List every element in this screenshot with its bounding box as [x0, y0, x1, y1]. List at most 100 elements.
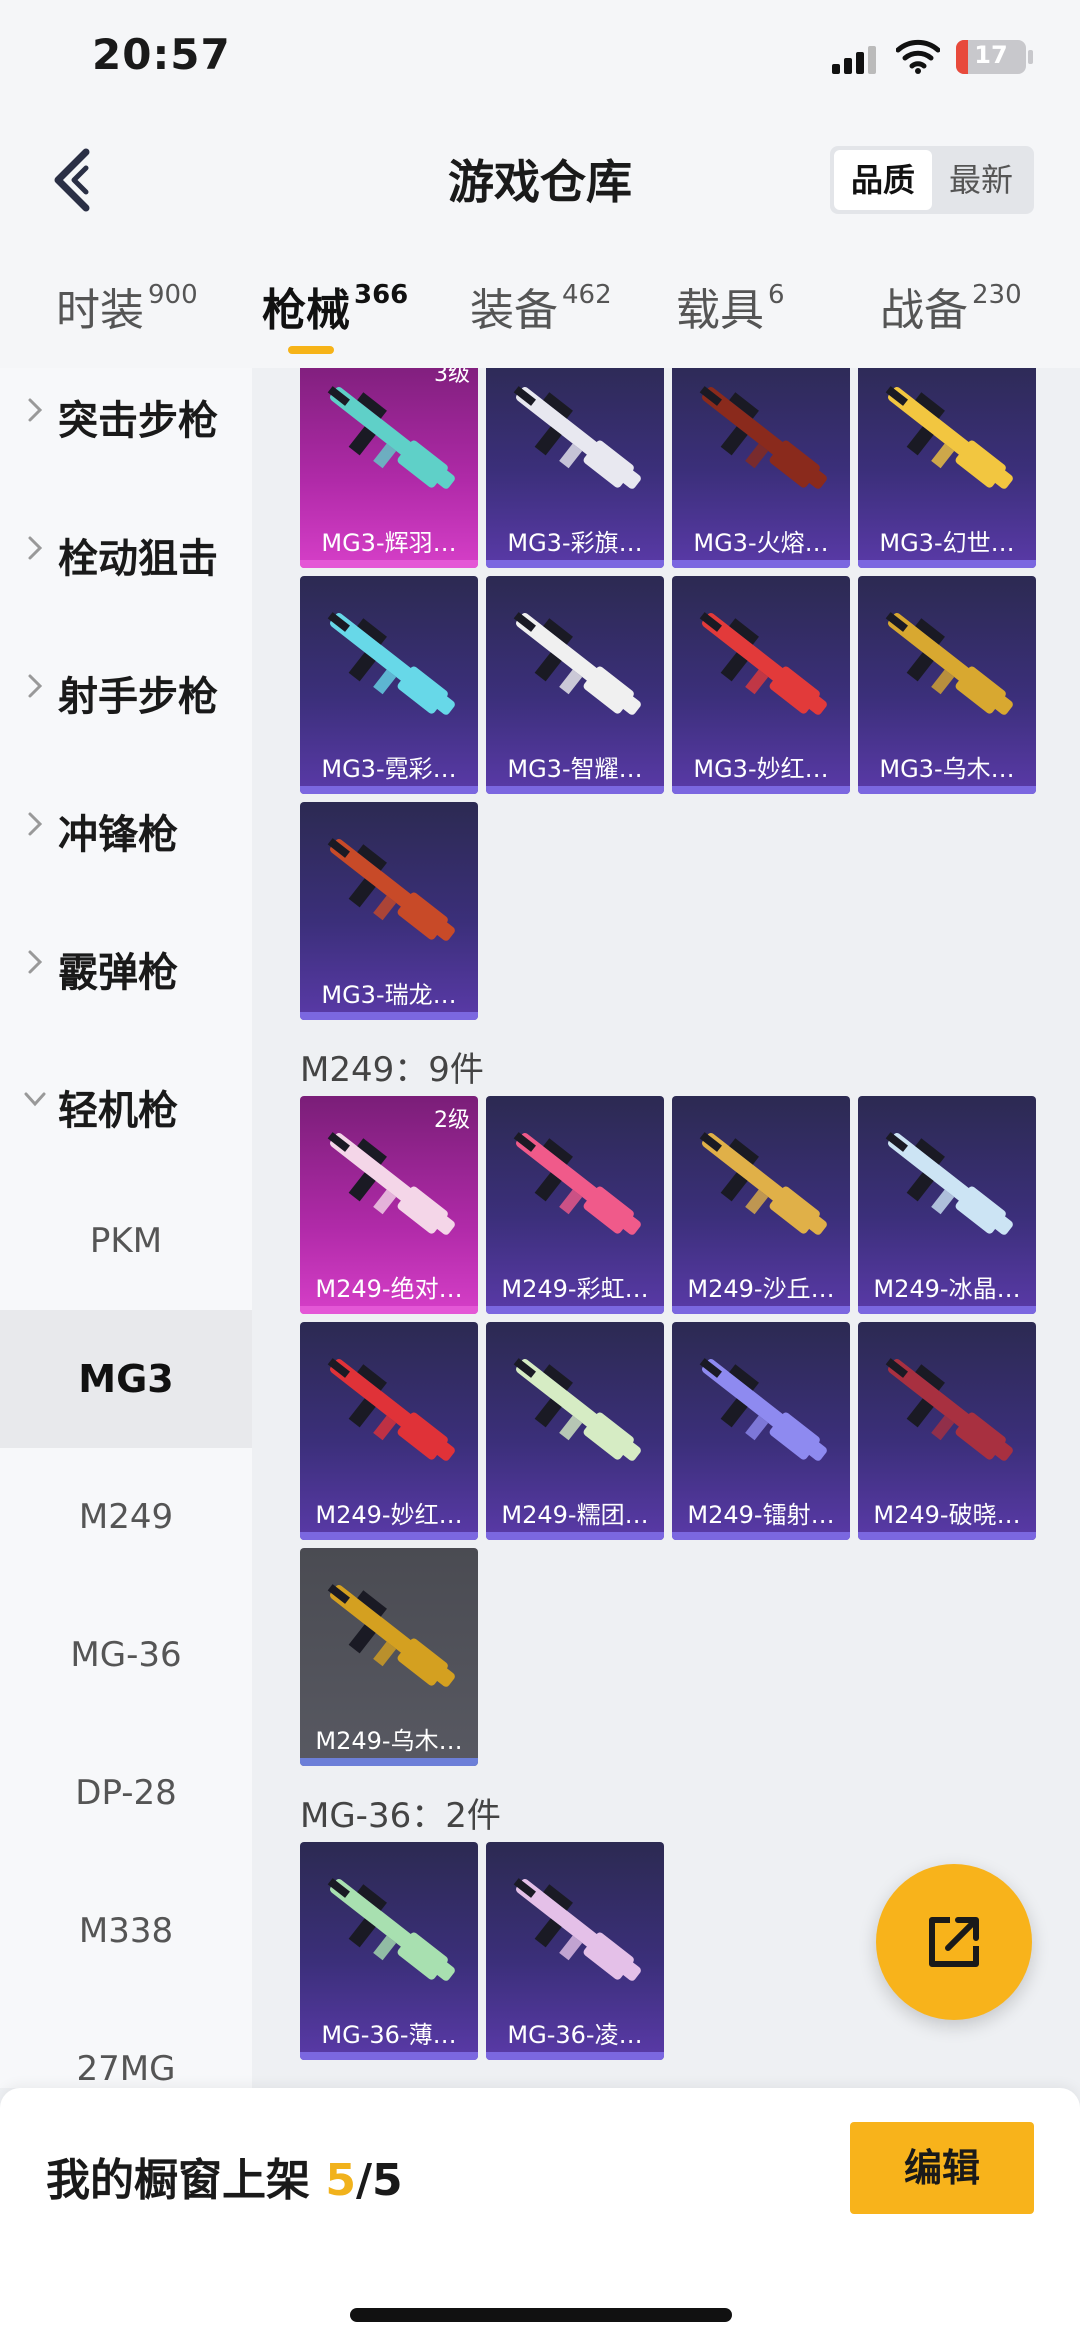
status-time: 20:57	[92, 30, 231, 79]
weapon-card[interactable]: MG3-幻世…	[858, 368, 1036, 568]
rarity-bar	[300, 1306, 478, 1314]
weapon-card[interactable]: M249-糯团…	[486, 1322, 664, 1540]
weapon-card[interactable]: 3级 MG3-辉羽…	[300, 368, 478, 568]
tab-supplies[interactable]: 战备 230	[880, 274, 1022, 344]
weapon-name: M249-冰晶…	[873, 1275, 1021, 1303]
rarity-bar	[486, 560, 664, 568]
weapon-card[interactable]: MG3-彩旗…	[486, 368, 664, 568]
tab-equipment[interactable]: 装备 462	[470, 274, 612, 344]
tab-count: 462	[562, 280, 612, 310]
showcase-total: /5	[355, 2155, 403, 2206]
weapon-card[interactable]: MG3-乌木…	[858, 576, 1036, 794]
rarity-bar	[672, 1306, 850, 1314]
weapon-card[interactable]: M249-破晓…	[858, 1322, 1036, 1540]
weapon-name: MG-36-薄…	[321, 2021, 457, 2049]
gun-image	[513, 612, 641, 715]
sidebar-category[interactable]: 突击步枪	[0, 368, 252, 482]
weapon-name: MG-36-凌…	[507, 2021, 643, 2049]
weapon-name: MG3-瑞龙…	[321, 981, 457, 1009]
rarity-bar	[300, 1012, 478, 1020]
tab-guns[interactable]: 枪械 366	[262, 274, 408, 344]
weapon-card[interactable]: MG-36-薄…	[300, 1842, 478, 2060]
weapon-card[interactable]: MG3-火熔…	[672, 368, 850, 568]
battery-cap	[1028, 50, 1033, 64]
sort-quality-button[interactable]: 品质	[834, 150, 932, 210]
weapon-card[interactable]: MG-36-凌…	[486, 1842, 664, 2060]
tab-vehicles[interactable]: 载具 6	[676, 274, 785, 344]
tab-label: 枪械	[262, 285, 350, 336]
weapon-name: M249-妙红…	[315, 1501, 463, 1529]
weapon-name: MG3-智耀…	[507, 755, 643, 783]
gun-image	[327, 612, 455, 715]
home-indicator	[350, 2308, 732, 2322]
tab-fashion[interactable]: 时装 900	[56, 274, 198, 344]
sidebar-category[interactable]: 射手步枪	[0, 620, 252, 758]
level-badge: 3级	[434, 368, 470, 387]
sidebar-subitem[interactable]: PKM	[0, 1172, 252, 1310]
sidebar-category-label: 突击步枪	[58, 398, 218, 444]
sidebar-subitem[interactable]: M249	[0, 1448, 252, 1586]
item-grid: 3级 MG3-辉羽… MG3-彩旗… MG3-火熔… MG3-幻世… MG3-霓彩… MG3…	[252, 368, 1080, 2088]
sidebar-category-label: 霰弹枪	[58, 950, 178, 996]
rarity-bar	[486, 1306, 664, 1314]
share-icon	[929, 1917, 979, 1967]
weapon-card[interactable]: MG3-智耀…	[486, 576, 664, 794]
gun-image	[327, 838, 455, 941]
sidebar-subitem[interactable]: M338	[0, 1862, 252, 2000]
sidebar-category-label: 射手步枪	[58, 674, 218, 720]
battery-icon: 17	[956, 40, 1026, 74]
section-title: M249：9件	[300, 1050, 484, 1090]
weapon-card[interactable]: 2级 M249-绝对…	[300, 1096, 478, 1314]
sidebar-subitem[interactable]: MG-36	[0, 1586, 252, 1724]
gun-image	[327, 386, 455, 489]
rarity-bar	[672, 786, 850, 794]
share-button[interactable]	[876, 1864, 1032, 2020]
weapon-card[interactable]: M249-乌木…	[300, 1548, 478, 1766]
weapon-card[interactable]: MG3-妙红…	[672, 576, 850, 794]
tab-label: 载具	[676, 285, 764, 336]
gun-image	[327, 1878, 455, 1981]
level-badge: 2级	[434, 1108, 470, 1133]
sidebar: 突击步枪栓动狙击射手步枪冲锋枪霰弹枪轻机枪 PKM MG3 M249 MG-36 DP-2…	[0, 368, 252, 2088]
sidebar-subitem[interactable]: 27MG	[0, 2000, 252, 2088]
weapon-name: M249-彩虹…	[501, 1275, 649, 1303]
weapon-name: M249-绝对…	[315, 1275, 463, 1303]
tab-count: 366	[354, 280, 409, 310]
sort-toggle: 品质 最新	[830, 146, 1034, 214]
sidebar-category[interactable]: 霰弹枪	[0, 896, 252, 1034]
weapon-card[interactable]: M249-沙丘…	[672, 1096, 850, 1314]
weapon-card[interactable]: M249-彩虹…	[486, 1096, 664, 1314]
wifi-icon	[896, 39, 940, 74]
weapon-name: M249-破晓…	[873, 1501, 1021, 1529]
weapon-card[interactable]: M249-镭射…	[672, 1322, 850, 1540]
sidebar-category[interactable]: 轻机枪	[0, 1034, 252, 1172]
tab-count: 6	[768, 280, 785, 310]
showcase-label: 我的橱窗上架 5/5	[46, 2144, 403, 2208]
rarity-bar	[300, 560, 478, 568]
tab-label: 战备	[880, 285, 968, 336]
weapon-card[interactable]: MG3-瑞龙…	[300, 802, 478, 1020]
sidebar-subitem[interactable]: MG3	[0, 1310, 252, 1448]
sort-newest-button[interactable]: 最新	[932, 150, 1030, 210]
rarity-bar	[858, 786, 1036, 794]
gun-image	[885, 1358, 1013, 1461]
sidebar-category[interactable]: 栓动狙击	[0, 482, 252, 620]
weapon-card[interactable]: M249-冰晶…	[858, 1096, 1036, 1314]
weapon-card[interactable]: M249-妙红…	[300, 1322, 478, 1540]
sidebar-subitem[interactable]: DP-28	[0, 1724, 252, 1862]
weapon-card[interactable]: MG3-霓彩…	[300, 576, 478, 794]
section-title: MG-36：2件	[300, 1796, 501, 1836]
rarity-bar	[672, 1532, 850, 1540]
tab-count: 230	[972, 280, 1022, 310]
rarity-bar	[300, 1758, 478, 1766]
showcase-text: 我的橱窗上架	[46, 2155, 326, 2206]
edit-button[interactable]: 编辑	[850, 2122, 1034, 2214]
status-bar: 20:57 17	[0, 0, 1080, 120]
sidebar-category-label: 栓动狙击	[58, 536, 218, 582]
gun-image	[327, 1584, 455, 1687]
sidebar-category[interactable]: 冲锋枪	[0, 758, 252, 896]
category-tabs: 时装 900 枪械 366 装备 462 载具 6 战备 230	[0, 240, 1080, 368]
weapon-name: MG3-辉羽…	[321, 529, 457, 557]
rarity-bar	[486, 786, 664, 794]
rarity-bar	[858, 1306, 1036, 1314]
